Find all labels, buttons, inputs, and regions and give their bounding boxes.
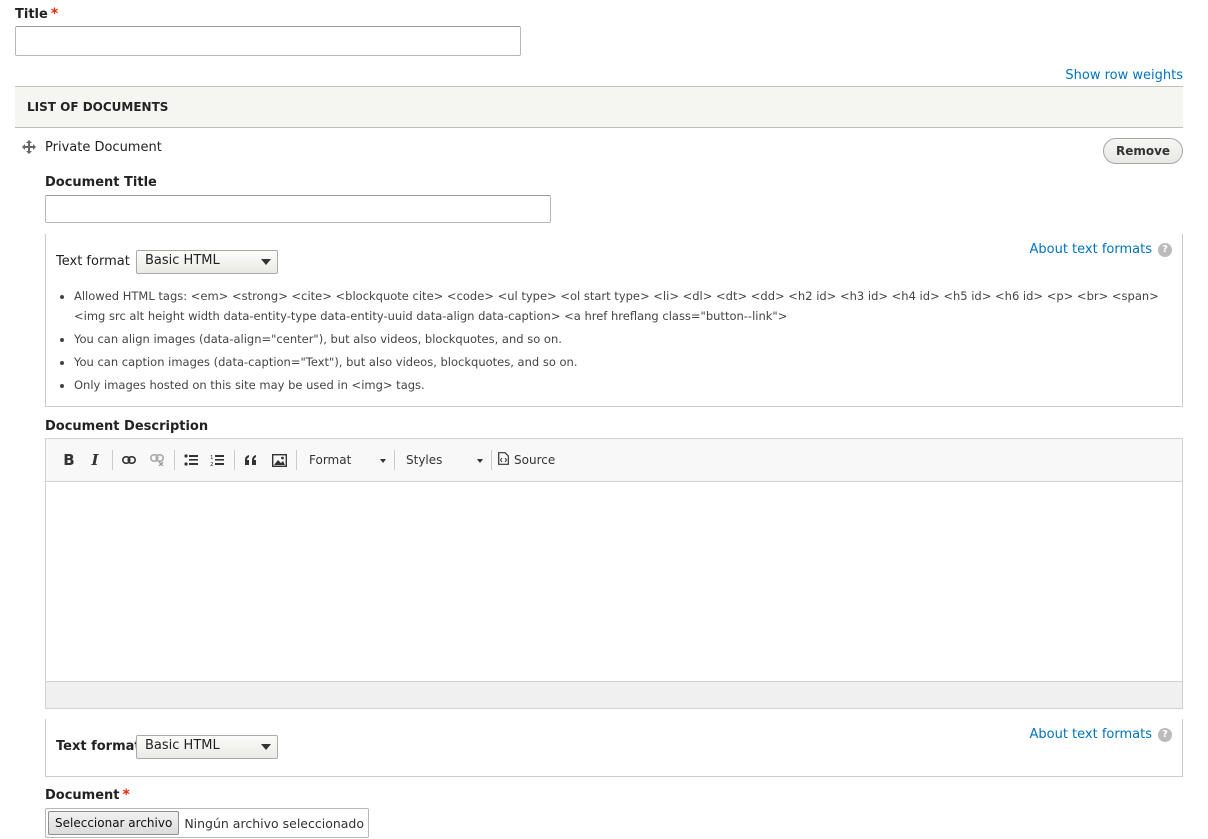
remove-button[interactable]: Remove	[1103, 138, 1183, 164]
text-format-select[interactable]: Basic HTML	[136, 250, 278, 274]
styles-combo-label: Styles	[406, 453, 443, 467]
italic-button[interactable]: I	[86, 449, 104, 471]
editor-toolbar: B I 12 Format Styles Source	[46, 439, 1182, 482]
editor-footer-bar	[46, 681, 1182, 708]
format-combo-label: Format	[309, 453, 352, 467]
documents-table-header: List of documents	[15, 86, 1183, 128]
choose-file-button[interactable]: Seleccionar archivo	[48, 811, 180, 835]
row-label: Private Document	[45, 140, 162, 155]
table-header-title: List of documents	[27, 100, 169, 114]
about-text-formats-2: About text formats?	[1029, 727, 1172, 742]
text-format-select-2[interactable]: Basic HTML	[136, 735, 278, 759]
document-title-input[interactable]	[45, 195, 551, 223]
about-text-formats-link-2[interactable]: About text formats	[1029, 727, 1152, 742]
toolbar-separator	[234, 450, 235, 470]
text-format-label-2: Text format	[56, 739, 141, 754]
format-combo[interactable]: Format	[302, 449, 390, 471]
toolbar-separator	[112, 450, 113, 470]
text-format-select-wrap: Basic HTML	[136, 250, 278, 274]
show-row-weights-link[interactable]: Show row weights	[1065, 68, 1183, 83]
document-file-label-wrap: Document *	[45, 787, 130, 803]
editor-content-area[interactable]	[46, 482, 1182, 682]
help-icon[interactable]: ?	[1158, 243, 1172, 257]
title-label: Title	[15, 7, 48, 22]
tip-align: You can align images (data-align="center…	[74, 329, 1166, 349]
tips-list: Allowed HTML tags: <em> <strong> <cite> …	[56, 286, 1166, 395]
toolbar-separator	[296, 450, 297, 470]
drag-handle-icon[interactable]	[22, 140, 36, 154]
text-format-select-wrap-2: Basic HTML	[136, 735, 278, 759]
link-icon[interactable]	[120, 449, 138, 471]
about-text-formats-link[interactable]: About text formats	[1029, 242, 1152, 257]
required-mark: *	[50, 6, 59, 22]
tip-allowed-tags: Allowed HTML tags: <em> <strong> <cite> …	[74, 286, 1166, 326]
source-icon	[498, 452, 509, 468]
numbered-list-icon[interactable]: 12	[208, 449, 226, 471]
bulleted-list-icon[interactable]	[182, 449, 200, 471]
source-label: Source	[514, 453, 556, 467]
toolbar-separator	[491, 450, 492, 470]
text-format-box-2: Text format Basic HTML About text format…	[45, 719, 1183, 777]
document-file-label: Document	[45, 788, 120, 803]
tip-images: Only images hosted on this site may be u…	[74, 375, 1166, 395]
about-text-formats: About text formats?	[1029, 242, 1172, 257]
image-icon[interactable]	[270, 449, 288, 471]
toolbar-separator	[174, 450, 175, 470]
title-input[interactable]	[15, 26, 521, 56]
tip-caption: You can caption images (data-caption="Te…	[74, 352, 1166, 372]
bold-button[interactable]: B	[60, 449, 78, 471]
help-icon[interactable]: ?	[1158, 728, 1172, 742]
text-format-box: Text format Basic HTML About text format…	[45, 234, 1183, 407]
rich-text-editor: B I 12 Format Styles Source	[45, 438, 1183, 709]
source-button[interactable]: Source	[498, 449, 568, 471]
chevron-down-icon	[477, 459, 483, 463]
required-mark: *	[122, 787, 130, 803]
chevron-down-icon	[380, 459, 386, 463]
styles-combo[interactable]: Styles	[399, 449, 487, 471]
toolbar-separator	[394, 450, 395, 470]
text-format-label: Text format	[56, 254, 130, 269]
document-description-label: Document Description	[45, 419, 209, 434]
blockquote-icon[interactable]	[242, 449, 260, 471]
svg-text:2: 2	[210, 462, 214, 466]
file-upload-field: Seleccionar archivo Ningún archivo selec…	[45, 808, 370, 838]
format-tips: Allowed HTML tags: <em> <strong> <cite> …	[56, 286, 1166, 398]
unlink-icon[interactable]	[148, 449, 166, 471]
title-field-label-wrap: Title *	[15, 6, 58, 22]
file-status-text: Ningún archivo seleccionado	[184, 815, 365, 831]
document-title-label: Document Title	[45, 175, 157, 190]
svg-text:1: 1	[210, 455, 214, 461]
